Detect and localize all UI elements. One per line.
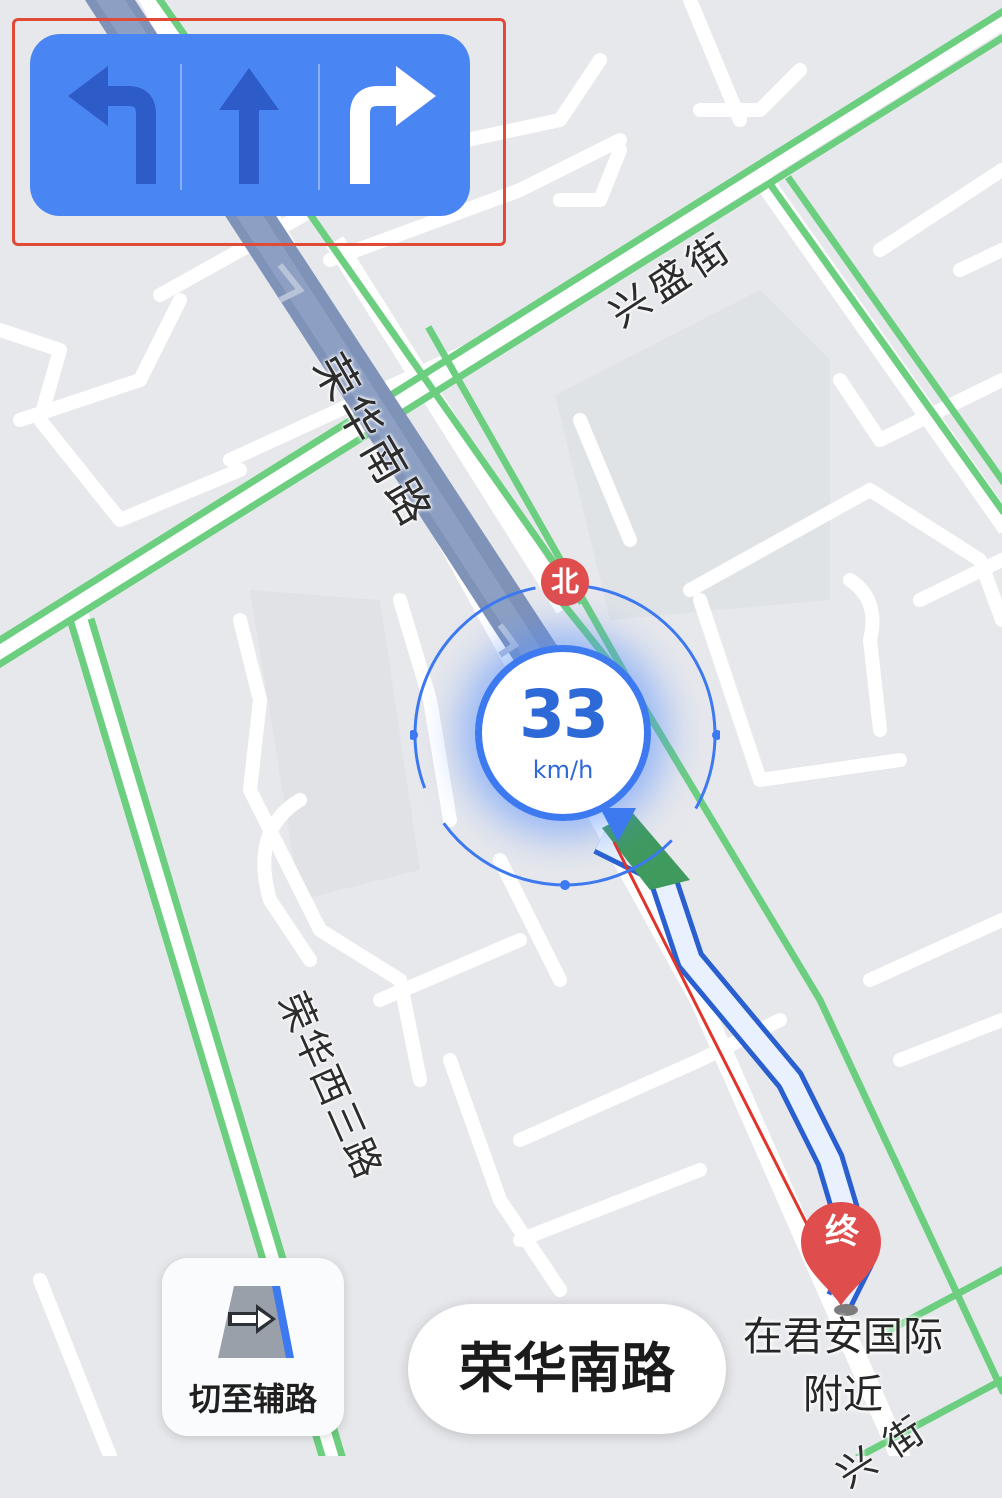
speed-value: 33 [519, 676, 609, 753]
switch-to-side-road-label: 切至辅路 [188, 1380, 317, 1418]
destination-caption-line1: 在君安国际 [743, 1314, 943, 1360]
destination-marker-label: 终 [825, 1212, 859, 1252]
lane-guidance-highlight [12, 18, 506, 246]
destination-caption-line2: 附近 [803, 1372, 883, 1418]
current-speed-marker: 33 km/h [475, 645, 651, 821]
destination-caption: 在君安国际 附近 [712, 1308, 974, 1424]
switch-to-side-road-button[interactable]: 切至辅路 [162, 1258, 344, 1436]
side-road-switch-icon [218, 1286, 294, 1358]
north-indicator[interactable]: 北 [541, 558, 589, 606]
speed-unit: km/h [532, 756, 594, 784]
current-road-name[interactable]: 荣华南路 [408, 1304, 726, 1434]
vehicle-pointer-icon [600, 808, 636, 842]
